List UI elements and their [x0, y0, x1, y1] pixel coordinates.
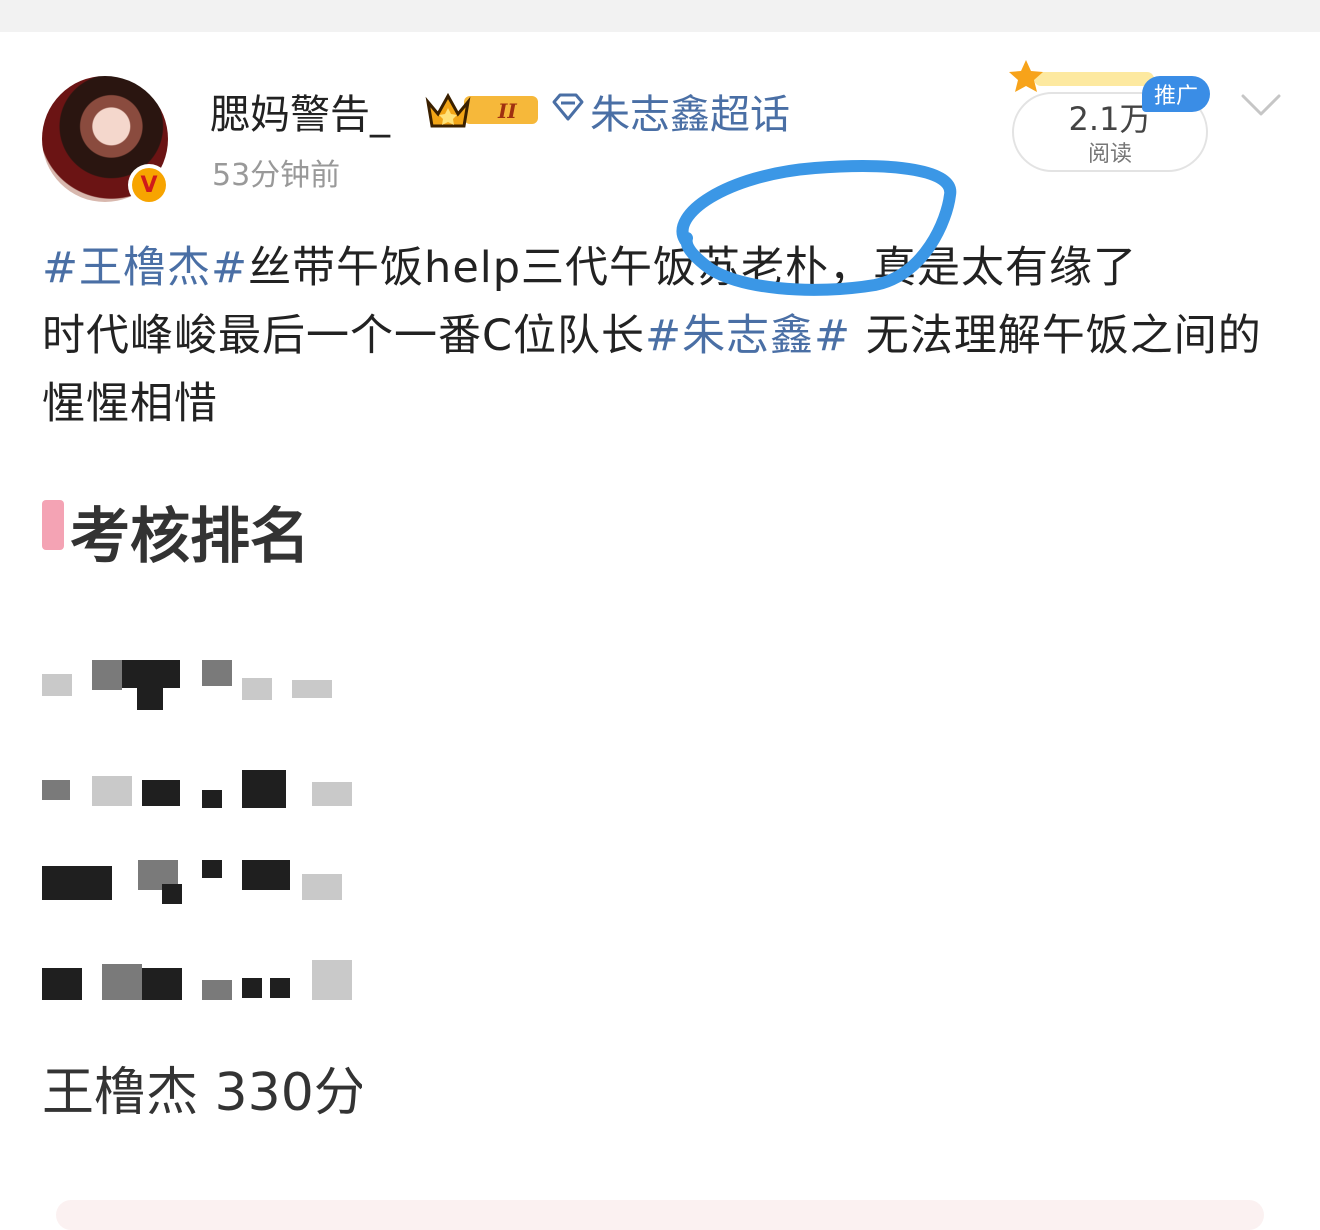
promo-tag: 推广 — [1142, 76, 1210, 112]
svg-text:II: II — [497, 99, 517, 123]
ribbon-icon — [42, 500, 64, 550]
post-body: #王橹杰#丝带午饭help三代午饭苏老朴，真是太有缘了 时代峰峻最后一个一番C位… — [42, 234, 1272, 438]
pixelated-row — [42, 960, 362, 1020]
pixelated-row — [42, 770, 362, 830]
super-topic-link[interactable]: 朱志鑫超话 — [590, 82, 790, 140]
chevron-down-icon[interactable] — [1240, 90, 1282, 120]
member-crown-icon: II — [425, 92, 538, 128]
verified-badge-icon: V — [128, 164, 170, 206]
post-image[interactable]: 考核排名 王橹杰 330分 — [42, 470, 362, 1170]
hashtag-wangluojie[interactable]: #王橹杰# — [42, 243, 248, 293]
image-title: 考核排名 — [70, 502, 310, 572]
pixelated-row — [42, 860, 362, 920]
post-text-line2: 时代峰峻最后一个一番C位队长 — [42, 311, 646, 361]
pixelated-row — [42, 660, 362, 720]
post-time: 53分钟前 — [212, 158, 341, 193]
score-row: 王橹杰 330分 — [42, 1063, 362, 1123]
post-text-line1: 丝带午饭help三代午饭苏老朴，真是太有缘了 — [248, 243, 1138, 293]
status-bar — [0, 0, 1320, 32]
hashtag-zhuzhixin[interactable]: #朱志鑫# — [645, 311, 851, 361]
super-topic-diamond-icon — [552, 93, 584, 121]
author-name[interactable]: 腮妈警告_ — [210, 82, 390, 140]
comment-bar[interactable] — [56, 1200, 1264, 1230]
read-label: 阅读 — [1087, 142, 1132, 167]
